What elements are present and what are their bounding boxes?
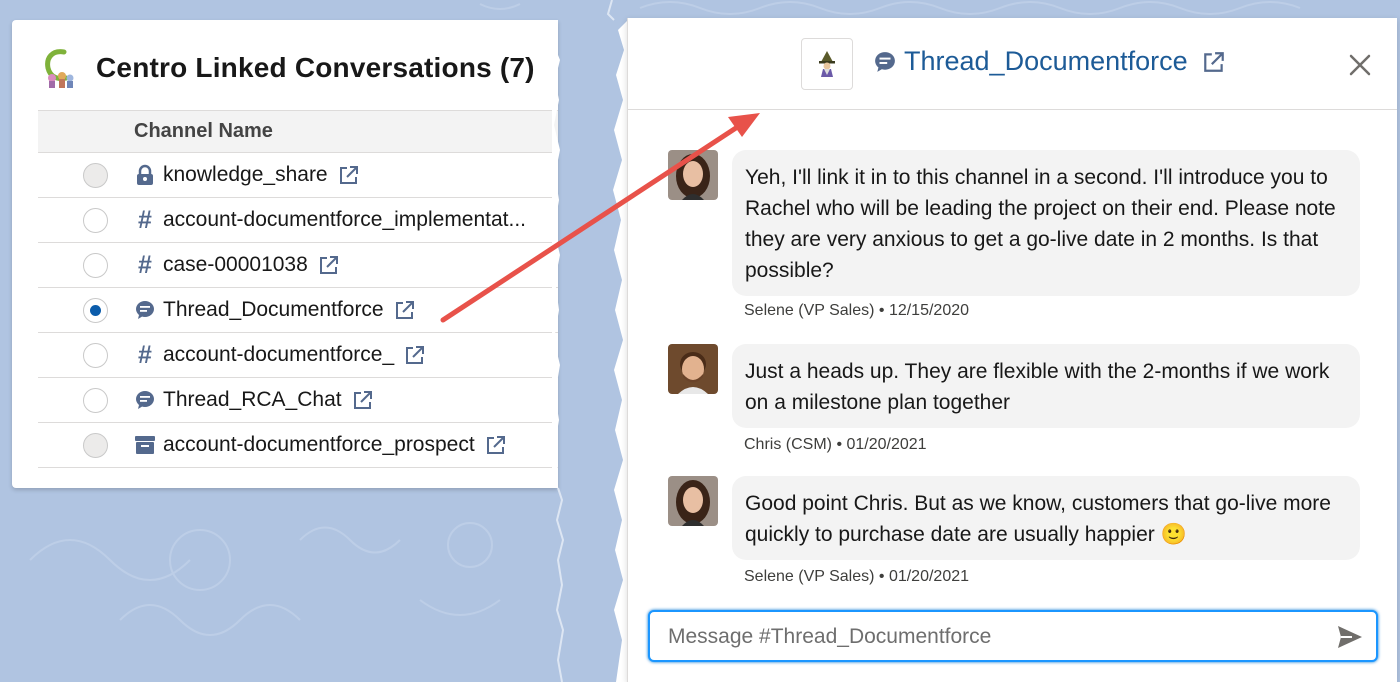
message-meta: Selene (VP Sales) • 01/20/2021	[744, 568, 970, 585]
table-row[interactable]: Thread_Documentforce	[38, 288, 558, 333]
avatar	[668, 344, 718, 394]
centro-logo-icon	[45, 49, 74, 88]
hashtag-icon: #	[138, 250, 152, 279]
channel-name: case-00001038	[163, 253, 308, 276]
table-row[interactable]: account-documentforce_prospect	[38, 423, 558, 468]
row-radio[interactable]	[83, 343, 108, 368]
row-radio[interactable]	[83, 388, 108, 413]
channel-name: account-documentforce_implementat...	[163, 208, 527, 231]
row-radio	[83, 163, 108, 188]
external-link-icon[interactable]	[394, 299, 416, 321]
column-header-channel-name[interactable]: Channel Name	[134, 120, 273, 143]
panel-title: Centro Linked Conversations (7)	[96, 52, 535, 83]
table-row[interactable]: Thread_RCA_Chat	[38, 378, 558, 423]
external-link-icon[interactable]	[352, 389, 374, 411]
row-radio[interactable]	[83, 253, 108, 278]
external-link-icon[interactable]	[485, 434, 507, 456]
thread-avatar	[801, 38, 853, 90]
channels-table: Channel Name knowledge_share # account-d…	[38, 110, 558, 468]
channel-name: account-documentforce_prospect	[163, 433, 475, 456]
external-link-icon[interactable]	[318, 254, 340, 276]
message-bubble: Good point Chris. But as we know, custom…	[732, 476, 1360, 560]
channel-name: Thread_RCA_Chat	[163, 388, 342, 411]
close-icon[interactable]	[1346, 51, 1374, 79]
channel-name: knowledge_share	[163, 163, 328, 186]
table-row[interactable]: # account-documentforce_	[38, 333, 558, 378]
chat-bubble-icon	[875, 51, 895, 72]
chat-bubble-icon	[134, 389, 156, 411]
row-radio	[83, 433, 108, 458]
message-composer	[648, 610, 1378, 662]
message-meta: Selene (VP Sales) • 12/15/2020	[744, 302, 970, 319]
channel-name: Thread_Documentforce	[163, 298, 384, 321]
thread-title-link[interactable]: Thread_Documentforce	[904, 46, 1188, 77]
message-bubble: Yeh, I'll link it in to this channel in …	[732, 150, 1360, 296]
row-radio[interactable]	[83, 208, 108, 233]
external-link-icon[interactable]	[404, 344, 426, 366]
avatar	[668, 476, 718, 526]
torn-edge-left	[552, 20, 564, 682]
hashtag-icon: #	[138, 340, 152, 369]
lock-icon	[134, 164, 156, 186]
wizard-icon	[819, 51, 835, 77]
channel-name: account-documentforce_	[163, 343, 395, 366]
row-radio[interactable]	[83, 298, 108, 323]
linked-conversations-panel: Centro Linked Conversations (7) Channel …	[12, 20, 558, 488]
table-row[interactable]: # case-00001038	[38, 243, 558, 288]
thread-chat-panel: Thread_Documentforce Yeh, I'll link it i…	[627, 18, 1397, 682]
chat-bubble-icon	[134, 299, 156, 321]
thread-header: Thread_Documentforce	[628, 18, 1397, 110]
hashtag-icon: #	[138, 205, 152, 234]
message-bubble: Just a heads up. They are flexible with …	[732, 344, 1360, 428]
table-header: Channel Name	[38, 110, 558, 153]
avatar	[668, 150, 718, 200]
message-meta: Chris (CSM) • 01/20/2021	[744, 436, 927, 453]
table-row[interactable]: knowledge_share	[38, 153, 558, 198]
send-icon[interactable]	[1336, 624, 1364, 650]
archive-icon	[134, 434, 156, 456]
table-row[interactable]: # account-documentforce_implementat...	[38, 198, 558, 243]
panel-header: Centro Linked Conversations (7)	[42, 46, 535, 90]
message-input[interactable]	[668, 622, 1308, 652]
external-link-icon[interactable]	[1202, 50, 1226, 74]
external-link-icon[interactable]	[338, 164, 360, 186]
